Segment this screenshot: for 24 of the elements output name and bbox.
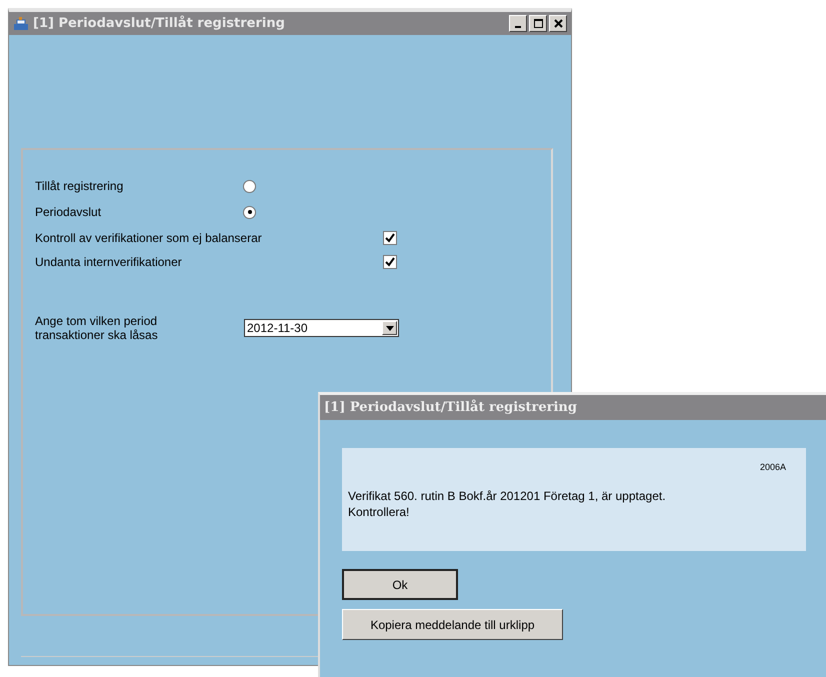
- checkbox[interactable]: [383, 231, 397, 245]
- dialog-title: [1] Periodavslut/Tillåt registrering: [320, 395, 826, 420]
- minimize-button[interactable]: [509, 15, 527, 32]
- window-title: [1] Periodavslut/Tillåt registrering: [33, 16, 285, 31]
- option-label: Undanta internverifikationer: [35, 255, 183, 269]
- caret-icon: [386, 326, 394, 330]
- period-label: Ange tom vilken period transaktioner ska låsas: [35, 314, 159, 342]
- close-button[interactable]: [549, 15, 567, 32]
- radio-button[interactable]: [243, 206, 256, 218]
- maximize-icon: [534, 19, 542, 28]
- radio-button[interactable]: [243, 180, 256, 192]
- minimize-icon: [515, 26, 521, 28]
- app-icon: [13, 16, 29, 30]
- option-label: Tillåt registrering: [35, 179, 124, 193]
- message-text: Verifikat 560. rutin B Bokf.år 201201 Företag 1, är upptaget. Kontrollera!: [348, 488, 667, 520]
- close-icon: [554, 19, 562, 28]
- period-dropdown[interactable]: 2012-11-30: [244, 319, 399, 337]
- option-label: Kontroll av verifikationer som ej balanserar: [35, 231, 263, 245]
- dialog-button[interactable]: Kopiera meddelande till urklipp: [342, 609, 563, 640]
- option-label: Periodavslut: [35, 205, 102, 219]
- message-code: 2006A: [758, 462, 786, 472]
- dialog-button[interactable]: Ok: [342, 569, 458, 600]
- checkbox[interactable]: [383, 255, 397, 269]
- maximize-button[interactable]: [529, 15, 547, 32]
